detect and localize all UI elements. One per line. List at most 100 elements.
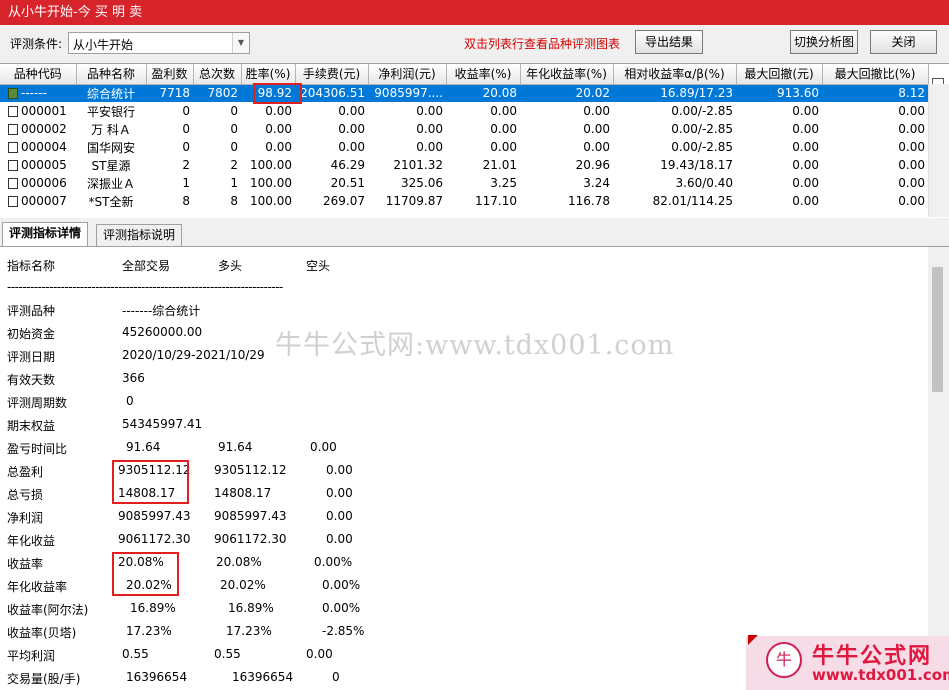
close-button[interactable]: 关闭	[870, 30, 937, 54]
table-cell: 0.00	[295, 120, 368, 138]
table-row[interactable]: 000007 *ST全新 8 8 100.00 269.07 11709.87 117.10 1…	[0, 192, 928, 210]
metric-value: 16.89%	[228, 601, 274, 615]
table-cell: 8	[146, 192, 193, 210]
cell-text: 平安银行	[86, 104, 135, 119]
export-button[interactable]: 导出结果	[635, 30, 703, 54]
cell-text: 1	[182, 176, 190, 190]
grid-scrollbar[interactable]	[928, 84, 949, 217]
cell-text: 综合统计	[86, 86, 135, 101]
table-cell: 0.00	[241, 120, 295, 138]
col-header-code[interactable]: 品种代码	[0, 64, 77, 85]
toolbar: 评测条件: 从小牛开始 ▼ 双击列表行查看品种评测图表 导出结果 切换分析图 关…	[0, 25, 949, 63]
table-cell: 0.00	[446, 120, 520, 138]
metric-label: 初始资金	[7, 327, 56, 341]
table-cell: 000006	[0, 174, 76, 192]
col-header-wins[interactable]: 盈利数	[146, 64, 194, 85]
metric-label: 收益率(贝塔)	[7, 626, 77, 640]
metric-value: 17.23%	[226, 624, 272, 638]
table-cell: 000007	[0, 192, 76, 210]
metric-label: 盈亏时间比	[7, 442, 68, 456]
table-row[interactable]: 000002 万 科Ａ 0 0 0.00 0.00 0.00 0.00 0.00 0.00/-2.…	[0, 120, 928, 138]
cell-text: 100.00	[250, 194, 292, 208]
cell-text: 9085997....	[374, 86, 443, 101]
table-cell: 16.89/17.23	[613, 84, 736, 102]
table-cell: 万 科Ａ	[76, 120, 146, 138]
condition-select[interactable]: 从小牛开始 ▼	[68, 32, 250, 54]
document-icon	[8, 160, 18, 171]
cell-text: 0.00	[338, 104, 365, 118]
table-cell: 20.51	[295, 174, 368, 192]
col-header-annual-return[interactable]: 年化收益率(%)	[520, 64, 614, 85]
table-cell: 0	[146, 138, 193, 156]
col-header-name[interactable]: 品种名称	[76, 64, 147, 85]
detail-scrollbar-thumb[interactable]	[932, 267, 943, 392]
cell-text: 0.00	[416, 122, 443, 136]
metric-label: 交易量(股/手)	[7, 672, 81, 686]
tab-metrics-detail[interactable]: 评测指标详情	[2, 222, 89, 246]
metric-value: 45260000.00	[122, 325, 203, 339]
col-header-return[interactable]: 收益率(%)	[446, 64, 521, 85]
cell-text: 0.00	[338, 122, 365, 136]
cell-text: 46.29	[330, 158, 365, 172]
table-cell: 0.00	[520, 138, 613, 156]
metric-value: 2020/10/29-2021/10/29	[122, 348, 265, 362]
table-cell: 100.00	[241, 174, 295, 192]
table-cell: 269.07	[295, 192, 368, 210]
metric-value: 0.00	[326, 532, 353, 546]
corner-marker-icon	[748, 635, 758, 645]
col-header-net-profit[interactable]: 净利润(元)	[368, 64, 447, 85]
metric-value: 0.55	[122, 647, 149, 661]
cell-text: 0.00	[898, 104, 925, 118]
metric-value: 0.00	[326, 463, 353, 477]
col-header-max-drawdown-ratio[interactable]: 最大回撤比(%)	[822, 64, 929, 85]
results-grid[interactable]: 品种代码 品种名称 盈利数 总次数 胜率(%) 手续费(元) 净利润(元) 收益…	[0, 63, 949, 218]
cell-text: 913.60	[777, 86, 819, 101]
cell-text: ------	[21, 86, 47, 101]
table-cell: 11709.87	[368, 192, 446, 210]
detail-col-header-short: 空头	[306, 259, 331, 273]
table-row[interactable]: 000006 深振业Ａ 1 1 100.00 20.51 325.06 3.25 3.24 3.6…	[0, 174, 928, 192]
table-row[interactable]: 000005 ST星源 2 2 100.00 46.29 2101.32 21.01 20.96…	[0, 156, 928, 174]
col-header-winrate[interactable]: 胜率(%)	[241, 64, 296, 85]
metric-label: 平均利润	[7, 649, 56, 663]
table-cell: 0.00	[295, 102, 368, 120]
table-row[interactable]: 000001 平安银行 0 0 0.00 0.00 0.00 0.00 0.00 0.00/-2.…	[0, 102, 928, 120]
cell-text: 20.02	[575, 86, 610, 101]
metric-value: -------综合统计	[122, 304, 201, 318]
cell-text: 204306.51	[300, 86, 365, 101]
cell-text: 20.96	[575, 158, 610, 172]
metric-label: 净利润	[7, 511, 44, 525]
cell-text: 0	[230, 104, 238, 118]
cell-text: 2	[230, 158, 238, 172]
tab-metrics-explanation[interactable]: 评测指标说明	[96, 224, 183, 246]
metric-value: 366	[122, 371, 145, 385]
cell-text: 0.00	[898, 122, 925, 136]
table-row[interactable]: 000004 国华网安 0 0 0.00 0.00 0.00 0.00 0.00 0.00/-2.…	[0, 138, 928, 156]
table-cell: 20.96	[520, 156, 613, 174]
col-header-max-drawdown[interactable]: 最大回撤(元)	[736, 64, 823, 85]
cell-text: 100.00	[250, 158, 292, 172]
detail-scrollbar[interactable]	[928, 247, 949, 690]
table-cell: 20.08	[446, 84, 520, 102]
cell-text: 8	[182, 194, 190, 208]
cell-text: 0.00	[265, 122, 292, 136]
switch-chart-button[interactable]: 切换分析图	[790, 30, 858, 54]
col-header-total[interactable]: 总次数	[193, 64, 242, 85]
cell-text: 2101.32	[393, 158, 443, 172]
metric-label: 年化收益	[7, 534, 56, 548]
cell-text: 3.25	[490, 176, 517, 190]
cell-text: 0.00	[792, 104, 819, 118]
cell-text: 0.00	[416, 140, 443, 154]
table-cell: 0	[146, 102, 193, 120]
table-cell: 46.29	[295, 156, 368, 174]
document-icon	[8, 106, 18, 117]
metric-value: 54345997.41	[122, 417, 203, 431]
table-cell: 325.06	[368, 174, 446, 192]
col-header-fee[interactable]: 手续费(元)	[295, 64, 369, 85]
col-header-alpha-beta[interactable]: 相对收益率α/β(%)	[613, 64, 737, 85]
chevron-down-icon[interactable]: ▼	[232, 33, 249, 53]
summary-row[interactable]: ------ 综合统计 7718 7802 98.92 204306.51 9085997.…	[0, 84, 928, 102]
metric-value: -2.85%	[322, 624, 365, 638]
cell-text: 0.00	[898, 194, 925, 208]
cell-text: 0.00	[792, 158, 819, 172]
